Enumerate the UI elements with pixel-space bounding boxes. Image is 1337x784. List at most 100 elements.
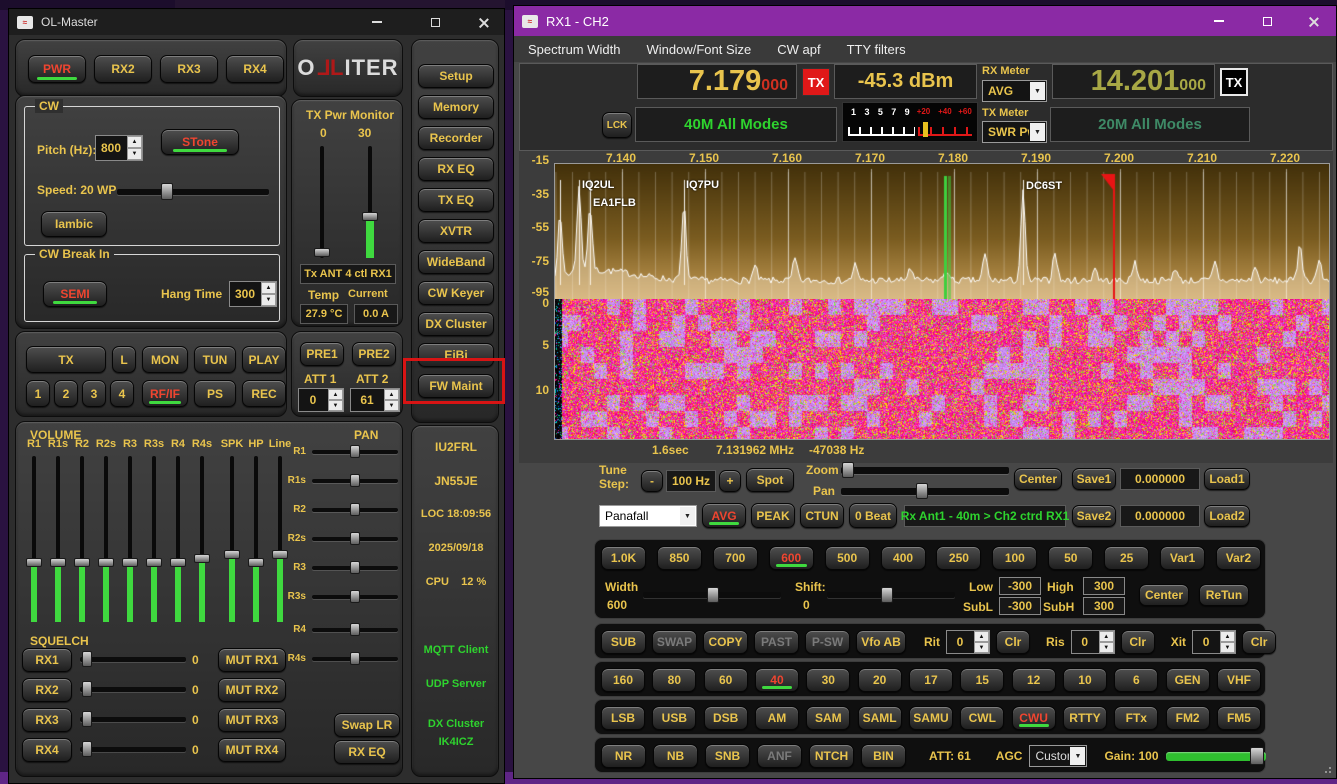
sub-button[interactable]: SUB — [601, 630, 646, 654]
gain-slider-handle[interactable] — [1250, 747, 1264, 765]
gain-slider[interactable] — [1166, 752, 1266, 761]
avg-button[interactable]: AVG — [702, 503, 746, 528]
sidetone-button[interactable]: STone — [161, 129, 239, 155]
filter-50[interactable]: 50 — [1048, 546, 1093, 570]
width-slider-handle[interactable] — [707, 587, 719, 603]
xit-down-icon[interactable] — [1220, 642, 1235, 653]
att1-spinner[interactable]: 0 — [298, 388, 344, 412]
filter-850[interactable]: 850 — [657, 546, 702, 570]
rx1-maximize-button[interactable] — [1250, 6, 1284, 36]
pitch-up-icon[interactable] — [127, 136, 142, 148]
side-recorder[interactable]: Recorder — [418, 126, 494, 150]
vfo-a-display[interactable]: 7.179000 — [637, 64, 797, 99]
load2-button[interactable]: Load2 — [1204, 505, 1250, 527]
mode-cwu[interactable]: CWU — [1012, 706, 1056, 730]
maximize-button[interactable] — [418, 9, 452, 35]
agc-combo[interactable]: Custom — [1029, 745, 1087, 767]
subh-value[interactable]: 300 — [1083, 597, 1125, 615]
tune-step-plus-button[interactable]: + — [719, 470, 741, 492]
hang-down-icon[interactable] — [261, 294, 276, 306]
filter-400[interactable]: 400 — [881, 546, 926, 570]
mute-button-rx3[interactable]: MUT RX3 — [218, 708, 286, 732]
rx-meter-dropdown-icon[interactable] — [1030, 82, 1045, 100]
monitor-slider-handle[interactable] — [362, 212, 378, 221]
tx-meter-combo[interactable]: SWR Pwr — [982, 121, 1047, 143]
mode-fm5[interactable]: FM5 — [1217, 706, 1261, 730]
mode-rtty[interactable]: RTTY — [1063, 706, 1107, 730]
spectrum-canvas[interactable] — [555, 164, 1329, 299]
ctun-button[interactable]: CTUN — [800, 503, 844, 528]
squelch-slider-handle-rx2[interactable] — [82, 681, 92, 697]
mode-cwl[interactable]: CWL — [960, 706, 1004, 730]
squelch-button-rx3[interactable]: RX3 — [22, 708, 72, 732]
hang-up-icon[interactable] — [261, 282, 276, 294]
filter-25[interactable]: 25 — [1104, 546, 1149, 570]
past-button[interactable]: PAST — [754, 630, 799, 654]
preset-2-button[interactable]: 2 — [54, 380, 78, 407]
rx2-button[interactable]: RX2 — [94, 55, 152, 83]
spot-button[interactable]: Spot — [746, 468, 794, 492]
mode-ftx[interactable]: FTx — [1114, 706, 1158, 730]
load1-button[interactable]: Load1 — [1204, 468, 1250, 490]
menu-spectrum-width[interactable]: Spectrum Width — [528, 42, 620, 57]
tx-meter-dropdown-icon[interactable] — [1030, 123, 1045, 141]
high-value[interactable]: 300 — [1083, 577, 1125, 595]
squelch-slider-rx3[interactable] — [80, 717, 186, 722]
mute-button-rx1[interactable]: MUT RX1 — [218, 648, 286, 672]
xit-up-icon[interactable] — [1220, 631, 1235, 642]
xit-clr-button[interactable]: Clr — [1242, 630, 1276, 654]
mute-button-rx4[interactable]: MUT RX4 — [218, 738, 286, 762]
vfo-a-tx-button[interactable]: TX — [802, 68, 830, 96]
nr-button[interactable]: NR — [601, 744, 646, 768]
band-12[interactable]: 12 — [1012, 668, 1056, 692]
mode-sam[interactable]: SAM — [806, 706, 850, 730]
squelch-button-rx2[interactable]: RX2 — [22, 678, 72, 702]
rx1-minimize-button[interactable] — [1202, 6, 1236, 36]
mute-button-rx2[interactable]: MUT RX2 — [218, 678, 286, 702]
band-160[interactable]: 160 — [601, 668, 645, 692]
save2-button[interactable]: Save2 — [1072, 505, 1116, 527]
squelch-slider-handle-rx4[interactable] — [82, 741, 92, 757]
lock-button[interactable]: LCK — [602, 112, 632, 138]
ris-up-icon[interactable] — [1099, 631, 1114, 642]
swap-lr-button[interactable]: Swap LR — [334, 713, 400, 737]
swap-button[interactable]: SWAP — [652, 630, 697, 654]
pitch-down-icon[interactable] — [127, 148, 142, 160]
filter-center-button[interactable]: Center — [1139, 584, 1189, 606]
filter-100[interactable]: 100 — [992, 546, 1037, 570]
pan-slider-handle[interactable] — [916, 483, 928, 499]
menu-window-font-size[interactable]: Window/Font Size — [646, 42, 751, 57]
ntch-button[interactable]: NTCH — [809, 744, 854, 768]
side-dx-cluster[interactable]: DX Cluster — [418, 312, 494, 336]
bin-button[interactable]: BIN — [861, 744, 906, 768]
band-15[interactable]: 15 — [960, 668, 1004, 692]
vfo-ab-button[interactable]: Vfo AB — [856, 630, 906, 654]
rec-button[interactable]: REC — [242, 380, 286, 407]
squelch-button-rx4[interactable]: RX4 — [22, 738, 72, 762]
mode-lsb[interactable]: LSB — [601, 706, 645, 730]
tx-pwr-slider[interactable] — [320, 146, 324, 258]
pre1-button[interactable]: PRE1 — [300, 342, 344, 366]
band-vhf[interactable]: VHF — [1217, 668, 1261, 692]
band-6[interactable]: 6 — [1114, 668, 1158, 692]
peak-button[interactable]: PEAK — [751, 503, 795, 528]
att2-spinner[interactable]: 61 — [350, 388, 400, 412]
ps-button[interactable]: PS — [194, 380, 236, 407]
rx-eq-lower-button[interactable]: RX EQ — [334, 740, 400, 764]
menu-tty-filters[interactable]: TTY filters — [847, 42, 906, 57]
band-gen[interactable]: GEN — [1166, 668, 1210, 692]
att2-up-icon[interactable] — [384, 389, 399, 400]
tune-step-minus-button[interactable]: - — [641, 470, 663, 492]
mode-saml[interactable]: SAML — [858, 706, 902, 730]
filter-600[interactable]: 600 — [769, 546, 814, 570]
zero-beat-button[interactable]: 0 Beat — [849, 503, 897, 528]
speed-slider[interactable] — [117, 189, 269, 195]
rf-if-button[interactable]: RF/IF — [142, 380, 188, 407]
tx-pwr-slider-handle[interactable] — [314, 248, 330, 257]
waterfall-canvas[interactable] — [555, 299, 1329, 439]
side-memory[interactable]: Memory — [418, 95, 494, 119]
preset-1-button[interactable]: 1 — [26, 380, 50, 407]
rit-down-icon[interactable] — [974, 642, 989, 653]
zoom-slider[interactable] — [841, 467, 1009, 474]
tun-button[interactable]: TUN — [194, 346, 236, 373]
